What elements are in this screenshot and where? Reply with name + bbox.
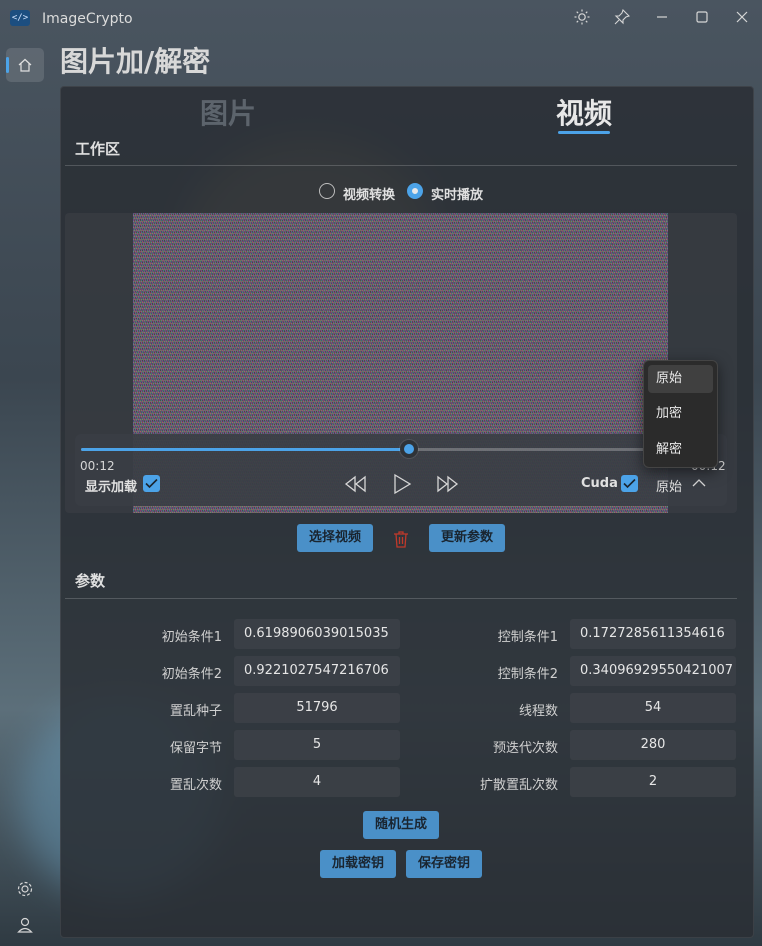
delete-trash-icon[interactable] (390, 528, 412, 550)
param-initial-cond-2-input[interactable]: 0.9221027547216706 (234, 656, 400, 686)
title-bar: </> ImageCrypto (0, 0, 762, 36)
update-params-button[interactable]: 更新参数 (429, 524, 505, 552)
param-diffusion-count-input[interactable]: 2 (570, 767, 736, 797)
home-icon (18, 58, 32, 72)
app-title: ImageCrypto (42, 11, 133, 27)
view-mode-menu: 原始 加密 解密 (643, 360, 718, 468)
cuda-label: Cuda (581, 476, 618, 491)
param-label: 初始条件1 (161, 630, 222, 645)
sidebar (0, 36, 50, 946)
current-time: 00:12 (80, 459, 115, 473)
param-label: 控制条件1 (497, 630, 558, 645)
page-title: 图片加/解密 (60, 45, 211, 78)
settings-gear-icon[interactable] (14, 878, 36, 900)
param-label: 预迭代次数 (492, 741, 558, 756)
seek-progress (81, 448, 409, 451)
theme-sun-icon[interactable] (570, 6, 594, 28)
radio-label: 实时播放 (431, 188, 484, 203)
pin-icon[interactable] (610, 6, 634, 28)
param-reserved-bytes-input[interactable]: 5 (234, 730, 400, 760)
param-label: 初始条件2 (161, 667, 222, 682)
play-icon[interactable] (388, 470, 416, 498)
workspace-title: 工作区 (75, 140, 121, 158)
maximize-icon[interactable] (690, 6, 714, 28)
params-title: 参数 (75, 572, 106, 590)
radio-dot (319, 183, 335, 199)
tab-video[interactable]: 视频 (556, 92, 612, 134)
param-control-cond-1-input[interactable]: 0.1727285611354616 (570, 619, 736, 649)
checkmark-icon (145, 478, 158, 489)
divider (65, 598, 737, 599)
save-key-button[interactable]: 保存密钥 (406, 850, 482, 878)
param-label: 保留字节 (169, 741, 222, 756)
chevron-up-icon[interactable] (688, 472, 710, 494)
show-loading-label: 显示加载 (85, 480, 138, 495)
user-icon[interactable] (14, 914, 36, 936)
param-initial-cond-1-input[interactable]: 0.6198906039015035 (234, 619, 400, 649)
fast-forward-icon[interactable] (433, 470, 461, 498)
menu-item-encrypt[interactable]: 加密 (648, 400, 713, 428)
param-label: 控制条件2 (497, 667, 558, 682)
app-logo-icon: </> (10, 10, 30, 26)
seek-thumb[interactable] (400, 440, 418, 458)
sidebar-item-home[interactable] (6, 48, 44, 82)
param-label: 线程数 (518, 704, 558, 719)
param-scramble-seed-input[interactable]: 51796 (234, 693, 400, 723)
minimize-icon[interactable] (650, 6, 674, 28)
radio-dot (407, 183, 423, 199)
load-key-button[interactable]: 加载密钥 (320, 850, 396, 878)
param-scramble-count-input[interactable]: 4 (234, 767, 400, 797)
random-generate-button[interactable]: 随机生成 (363, 811, 439, 839)
menu-item-original[interactable]: 原始 (648, 365, 713, 393)
divider (65, 165, 737, 166)
param-control-cond-2-input[interactable]: 0.34096929550421007 (570, 656, 736, 686)
param-label: 置乱种子 (169, 704, 222, 719)
checkmark-icon (623, 478, 636, 489)
param-thread-count-input[interactable]: 54 (570, 693, 736, 723)
param-label: 扩散置乱次数 (479, 778, 558, 793)
rewind-icon[interactable] (342, 470, 370, 498)
menu-item-decrypt[interactable]: 解密 (648, 436, 713, 464)
show-loading-checkbox[interactable] (143, 475, 160, 492)
select-video-button[interactable]: 选择视频 (297, 524, 373, 552)
param-label: 置乱次数 (169, 778, 222, 793)
param-pre-iterations-input[interactable]: 280 (570, 730, 736, 760)
cuda-checkbox[interactable] (621, 475, 638, 492)
tab-image[interactable]: 图片 (200, 92, 256, 132)
view-mode-select[interactable]: 原始 (656, 476, 682, 495)
close-icon[interactable] (730, 6, 754, 28)
radio-label: 视频转换 (343, 188, 396, 203)
